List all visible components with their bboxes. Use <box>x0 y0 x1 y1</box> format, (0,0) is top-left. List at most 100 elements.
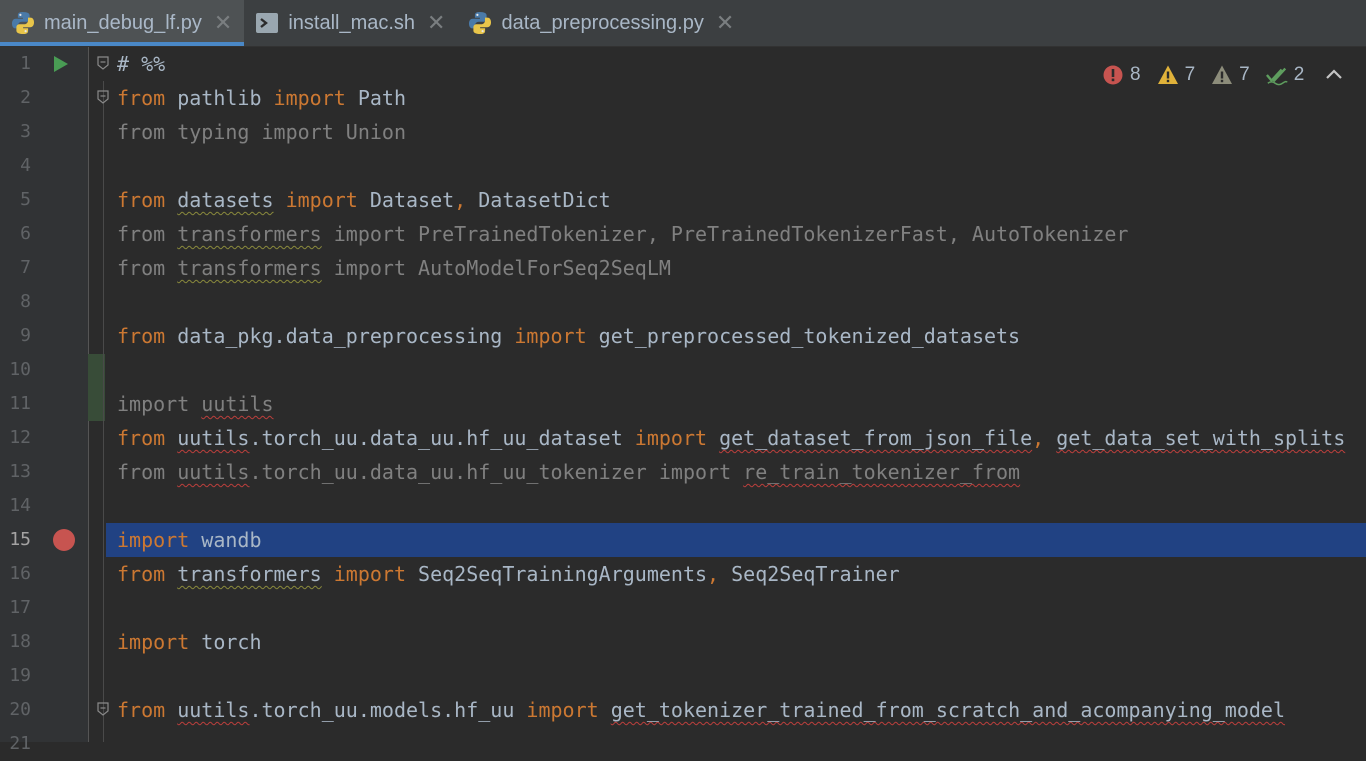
breakpoint-icon[interactable] <box>53 529 75 551</box>
line-number[interactable]: 13 <box>0 455 31 489</box>
line-number[interactable]: 15 <box>0 523 31 557</box>
code-line[interactable]: from transformers import PreTrainedToken… <box>0 217 1366 251</box>
code-text[interactable]: from uutils.torch_uu.data_uu.hf_uu_datas… <box>117 421 1345 455</box>
line-number[interactable]: 17 <box>0 591 31 625</box>
line-number[interactable]: 9 <box>0 319 31 353</box>
code-line[interactable]: 4 <box>0 149 1366 183</box>
line-number[interactable]: 19 <box>0 659 31 693</box>
code-line-area[interactable]: from transformers import Seq2SeqTraining… <box>106 557 1366 591</box>
code-line-area[interactable]: from typing import Union <box>106 115 1366 149</box>
line-number[interactable]: 11 <box>0 387 31 421</box>
line-number[interactable]: 6 <box>0 217 31 251</box>
code-line[interactable]: 21 <box>0 727 1366 761</box>
line-number[interactable]: 20 <box>0 693 31 727</box>
close-tab-icon[interactable]: ✕ <box>427 12 445 34</box>
line-number[interactable]: 5 <box>0 183 31 217</box>
code-line[interactable]: from datasets import Dataset, DatasetDic… <box>0 183 1366 217</box>
line-number[interactable]: 1 <box>0 47 31 81</box>
errors-indicator[interactable]: 8 <box>1102 64 1141 86</box>
code-token: import <box>634 426 708 450</box>
code-line[interactable]: import uutils 11 <box>0 387 1366 421</box>
code-line-area[interactable] <box>106 149 1366 183</box>
code-token: Path <box>345 86 407 110</box>
code-line-area[interactable]: from transformers import PreTrainedToken… <box>106 217 1366 251</box>
code-text[interactable]: from typing import Union <box>117 115 406 149</box>
code-line-area[interactable]: from data_pkg.data_preprocessing import … <box>106 319 1366 353</box>
line-number[interactable]: 8 <box>0 285 31 319</box>
fold-marker-icon[interactable] <box>97 90 109 104</box>
code-line[interactable]: 8 <box>0 285 1366 319</box>
code-line[interactable]: 19 <box>0 659 1366 693</box>
code-text[interactable]: from datasets import Dataset, DatasetDic… <box>117 183 611 217</box>
code-line-area[interactable] <box>106 489 1366 523</box>
code-line-area[interactable] <box>106 659 1366 693</box>
fold-marker-icon[interactable] <box>97 702 109 716</box>
code-line-area[interactable] <box>106 285 1366 319</box>
code-line-area[interactable] <box>106 591 1366 625</box>
code-text[interactable]: from transformers import PreTrainedToken… <box>117 217 1128 251</box>
line-number[interactable]: 16 <box>0 557 31 591</box>
code-line-area[interactable]: from datasets import Dataset, DatasetDic… <box>106 183 1366 217</box>
run-cell-icon[interactable] <box>52 55 70 73</box>
code-text[interactable]: from pathlib import Path <box>117 81 406 115</box>
code-line[interactable]: import torch 18 <box>0 625 1366 659</box>
close-tab-icon[interactable]: ✕ <box>716 12 734 34</box>
code-line[interactable]: import wandb 15 <box>0 523 1366 557</box>
code-line-area[interactable]: from uutils.torch_uu.data_uu.hf_uu_token… <box>106 455 1366 489</box>
code-line[interactable]: from transformers import AutoModelForSeq… <box>0 251 1366 285</box>
code-line-area[interactable] <box>106 353 1366 387</box>
code-text[interactable]: # %% <box>117 47 165 81</box>
code-editor[interactable]: # %% 1 from pathlib import Path 2 from typin… <box>0 47 1366 754</box>
code-line-area[interactable]: import uutils <box>106 387 1366 421</box>
code-line[interactable]: 10 <box>0 353 1366 387</box>
fold-marker-icon[interactable] <box>97 56 109 70</box>
code-token: # %% <box>117 52 166 76</box>
tab-main-debug-lf-py[interactable]: main_debug_lf.py ✕ <box>0 0 245 46</box>
typos-indicator[interactable]: 2 <box>1265 64 1304 86</box>
code-line-area[interactable]: from uutils.torch_uu.models.hf_uu import… <box>106 693 1366 727</box>
line-number[interactable]: 12 <box>0 421 31 455</box>
code-line[interactable]: from uutils.torch_uu.data_uu.hf_uu_token… <box>0 455 1366 489</box>
code-line[interactable]: from typing import Union 3 <box>0 115 1366 149</box>
line-number[interactable]: 4 <box>0 149 31 183</box>
code-line[interactable]: from uutils.torch_uu.models.hf_uu import… <box>0 693 1366 727</box>
line-number[interactable]: 14 <box>0 489 31 523</box>
line-number[interactable]: 7 <box>0 251 31 285</box>
code-text[interactable]: from transformers import Seq2SeqTraining… <box>117 557 900 591</box>
code-token: get_dataset_from_json_file <box>719 426 1033 450</box>
code-line-area[interactable] <box>106 727 1366 761</box>
code-line[interactable]: from uutils.torch_uu.data_uu.hf_uu_datas… <box>0 421 1366 455</box>
code-text[interactable]: from uutils.torch_uu.data_uu.hf_uu_token… <box>117 455 1020 489</box>
line-number[interactable]: 10 <box>0 353 31 387</box>
code-line[interactable]: 14 <box>0 489 1366 523</box>
tab-install-mac-sh[interactable]: install_mac.sh ✕ <box>244 0 457 46</box>
line-number[interactable]: 2 <box>0 81 31 115</box>
code-line-area[interactable]: from transformers import AutoModelForSeq… <box>106 251 1366 285</box>
line-number[interactable]: 18 <box>0 625 31 659</box>
code-text[interactable]: import torch <box>117 625 262 659</box>
tab-data-preprocessing-py[interactable]: data_preprocessing.py ✕ <box>457 0 746 46</box>
code-token: transformers <box>177 562 322 586</box>
code-token: import <box>117 630 190 654</box>
warnings-indicator[interactable]: 7 <box>1157 64 1195 86</box>
tab-label: install_mac.sh <box>288 11 416 34</box>
inspection-widget[interactable]: 8 7 7 2 <box>1102 62 1344 88</box>
code-line[interactable]: from transformers import Seq2SeqTraining… <box>0 557 1366 591</box>
code-token: transformers <box>177 256 322 280</box>
code-line-area[interactable]: from uutils.torch_uu.data_uu.hf_uu_datas… <box>106 421 1366 455</box>
line-number[interactable]: 21 <box>0 727 31 761</box>
code-line-area[interactable]: import torch <box>106 625 1366 659</box>
close-tab-icon[interactable]: ✕ <box>214 12 232 34</box>
code-text[interactable]: import uutils <box>117 387 274 421</box>
code-text[interactable]: import wandb <box>117 523 262 557</box>
code-text[interactable]: from transformers import AutoModelForSeq… <box>117 251 671 285</box>
weak-warnings-indicator[interactable]: 7 <box>1211 64 1250 86</box>
line-number[interactable]: 3 <box>0 115 31 149</box>
code-line-area[interactable]: import wandb <box>106 523 1366 557</box>
code-line[interactable]: from data_pkg.data_preprocessing import … <box>0 319 1366 353</box>
code-text[interactable]: from uutils.torch_uu.models.hf_uu import… <box>117 693 1285 727</box>
chevron-up-icon[interactable] <box>1324 65 1344 85</box>
code-text[interactable]: from data_pkg.data_preprocessing import … <box>117 319 1020 353</box>
code-line[interactable]: 17 <box>0 591 1366 625</box>
